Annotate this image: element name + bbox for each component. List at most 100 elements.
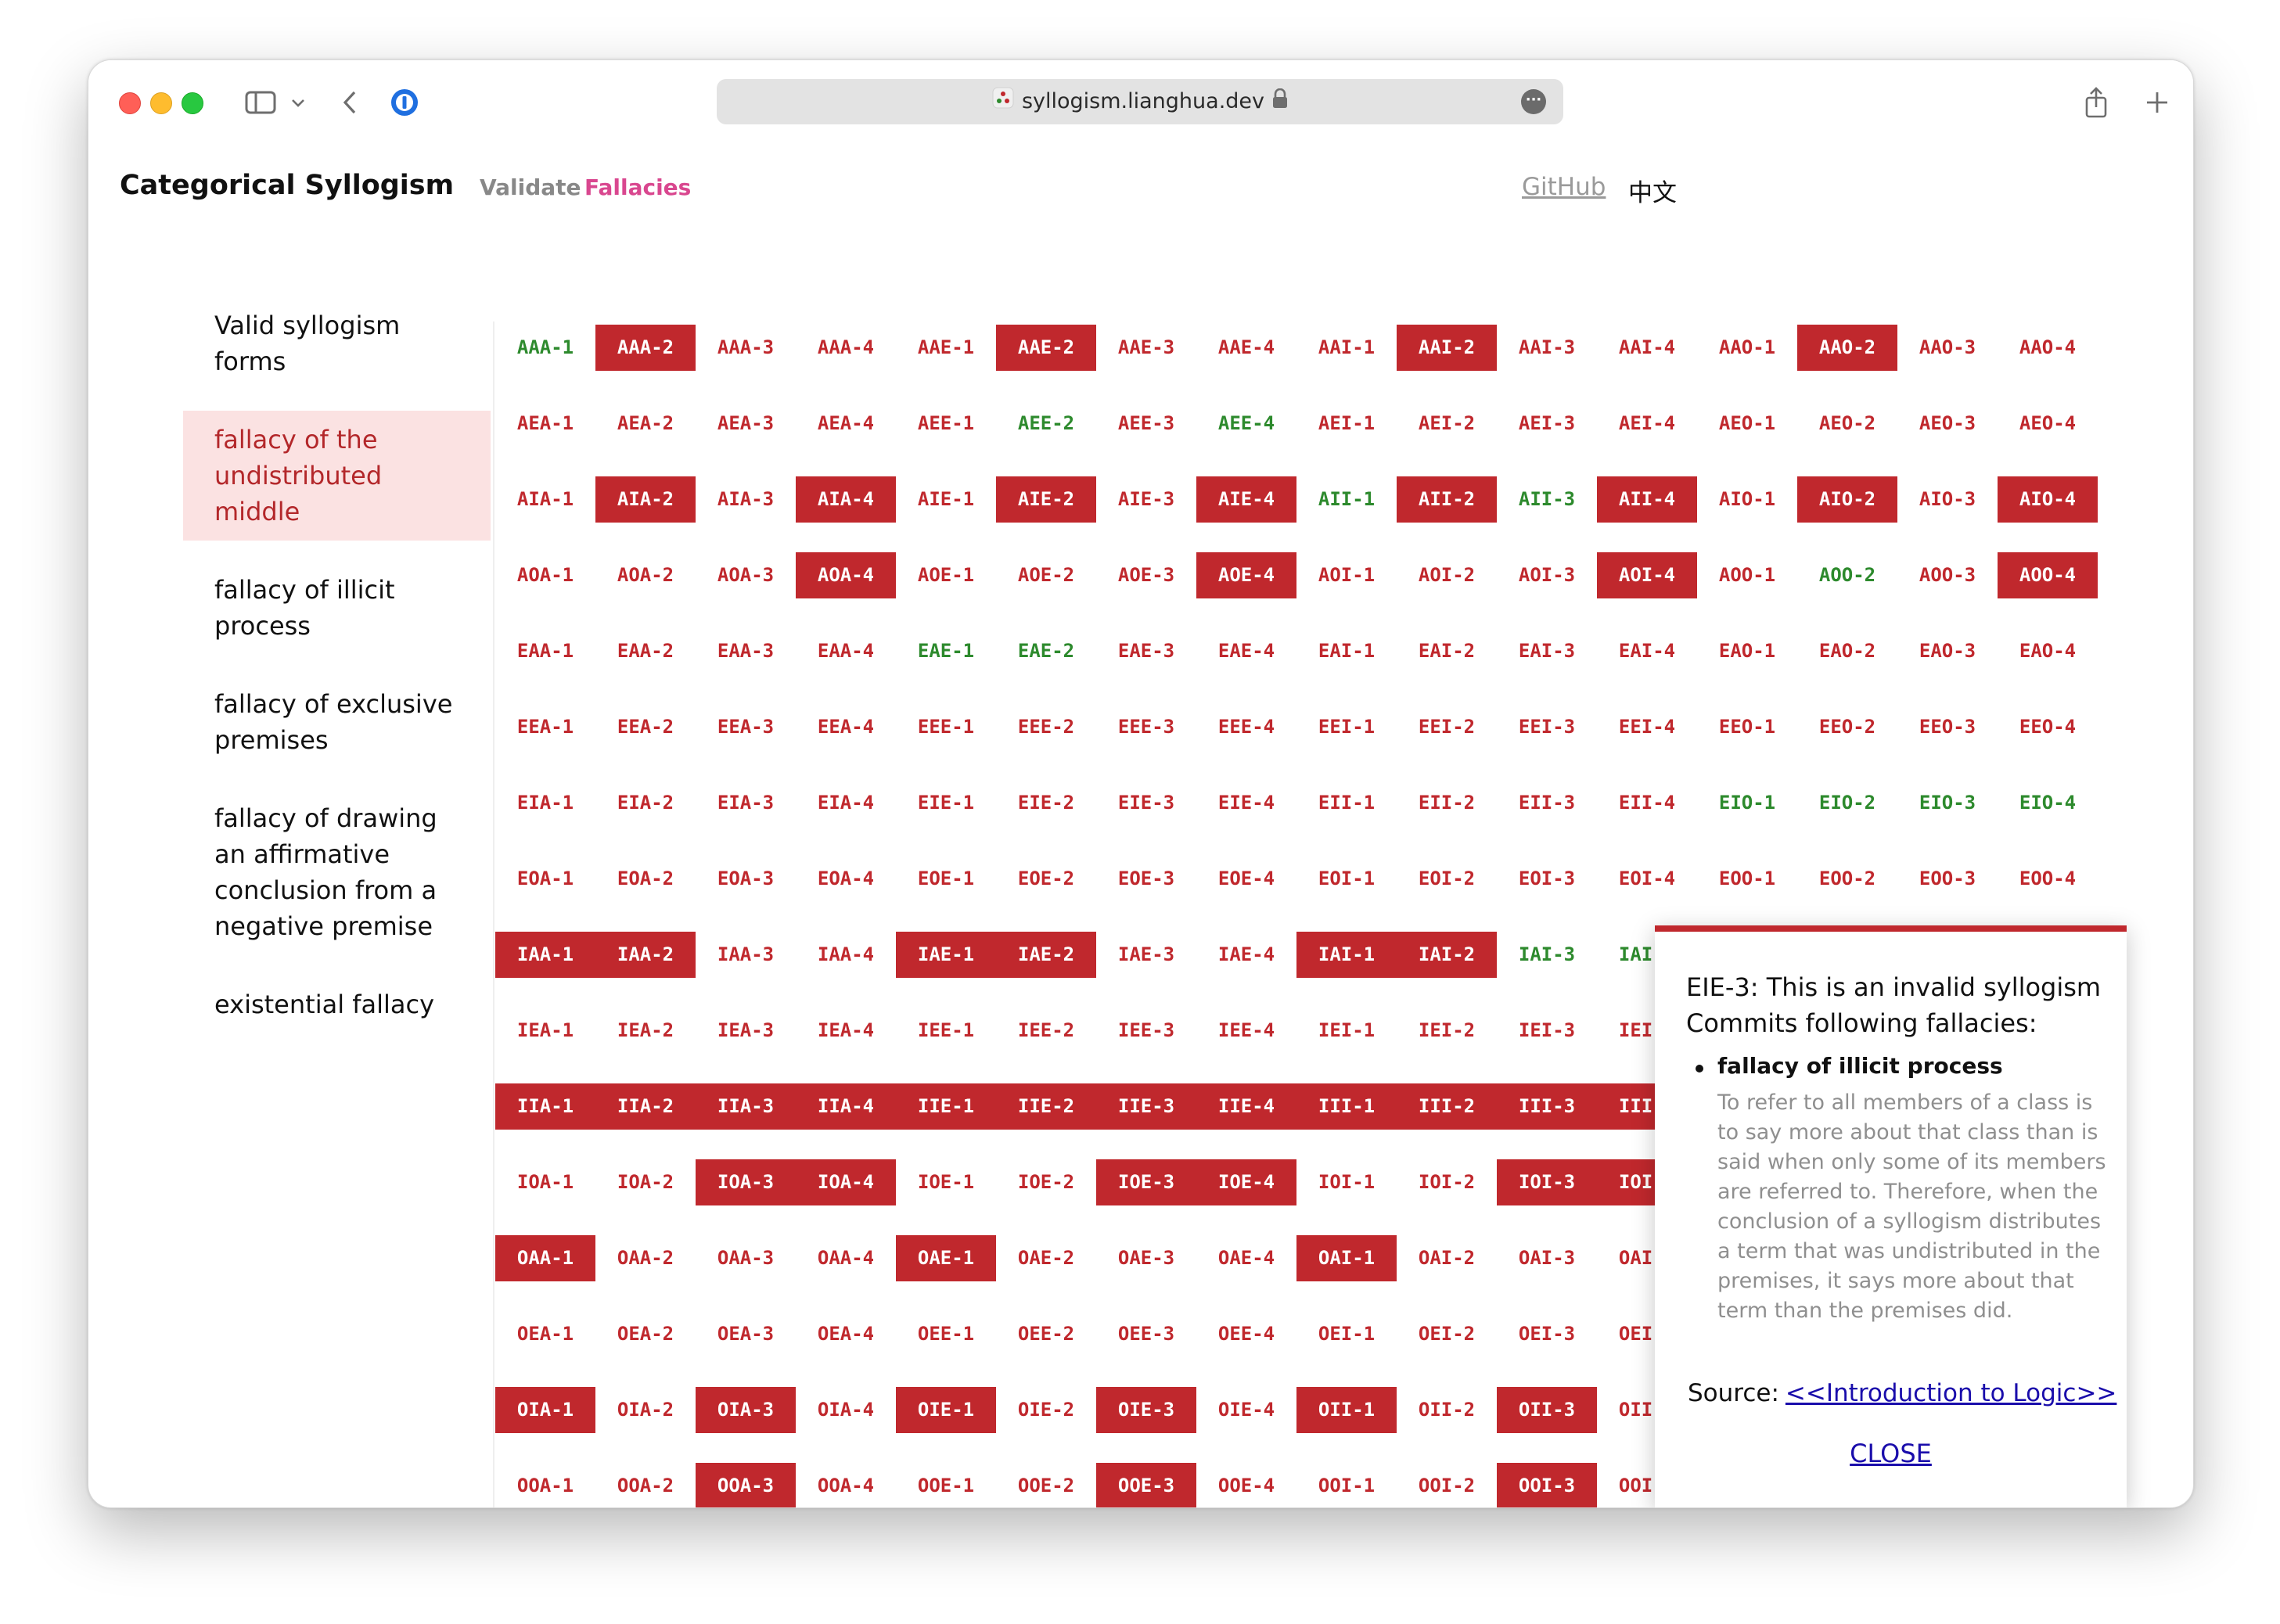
syllogism-form-cell[interactable]: AEA-2 [595, 401, 696, 476]
sidebar-item-valid-forms[interactable]: Valid syllogism forms [183, 296, 491, 390]
syllogism-form-cell[interactable]: EAE-2 [996, 628, 1096, 704]
syllogism-form-cell[interactable]: IOI-1 [1296, 1159, 1397, 1235]
syllogism-form-cell[interactable]: IEI-2 [1397, 1008, 1497, 1083]
syllogism-form-cell[interactable]: AOA-3 [696, 552, 796, 628]
syllogism-form-cell[interactable]: EIO-4 [1998, 780, 2098, 856]
syllogism-form-cell[interactable]: EIA-1 [495, 780, 595, 856]
syllogism-form-cell[interactable]: OEE-1 [896, 1311, 996, 1387]
syllogism-form-cell[interactable]: AAE-1 [896, 325, 996, 401]
syllogism-form-cell[interactable]: OEA-2 [595, 1311, 696, 1387]
close-window-button[interactable] [119, 92, 141, 114]
syllogism-form-cell[interactable]: IOI-3 [1497, 1159, 1597, 1235]
syllogism-form-cell[interactable]: AII-1 [1296, 476, 1397, 552]
sidebar-item-exclusive-premises[interactable]: fallacy of exclusive premises [183, 675, 491, 769]
syllogism-form-cell[interactable]: AEO-3 [1897, 401, 1998, 476]
syllogism-form-cell[interactable]: OIE-4 [1196, 1387, 1296, 1463]
syllogism-form-cell[interactable]: EOO-4 [1998, 856, 2098, 932]
syllogism-form-cell[interactable]: AAE-3 [1096, 325, 1196, 401]
syllogism-form-cell[interactable]: OAI-1 [1296, 1235, 1397, 1311]
language-switch[interactable]: 中文 [1628, 173, 1677, 208]
syllogism-form-cell[interactable]: OIE-2 [996, 1387, 1096, 1463]
syllogism-form-cell[interactable]: OEA-1 [495, 1311, 595, 1387]
sidebar-item-illicit-process[interactable]: fallacy of illicit process [183, 561, 491, 655]
syllogism-form-cell[interactable]: EAI-3 [1497, 628, 1597, 704]
password-manager-icon[interactable] [386, 84, 423, 121]
syllogism-form-cell[interactable]: OAA-2 [595, 1235, 696, 1311]
syllogism-form-cell[interactable]: AIA-3 [696, 476, 796, 552]
syllogism-form-cell[interactable]: EIO-1 [1697, 780, 1797, 856]
syllogism-form-cell[interactable]: EOE-4 [1196, 856, 1296, 932]
syllogism-form-cell[interactable]: IAE-3 [1096, 932, 1196, 1008]
syllogism-form-cell[interactable]: IEE-4 [1196, 1008, 1296, 1083]
syllogism-form-cell[interactable]: IAA-3 [696, 932, 796, 1008]
syllogism-form-cell[interactable]: AEE-4 [1196, 401, 1296, 476]
syllogism-form-cell[interactable]: OEI-3 [1497, 1311, 1597, 1387]
syllogism-form-cell[interactable]: IEA-1 [495, 1008, 595, 1083]
syllogism-form-cell[interactable]: AOI-1 [1296, 552, 1397, 628]
syllogism-form-cell[interactable]: AEI-4 [1597, 401, 1697, 476]
syllogism-form-cell[interactable]: IOA-3 [696, 1159, 796, 1235]
syllogism-form-cell[interactable]: IOE-4 [1196, 1159, 1296, 1235]
syllogism-form-cell[interactable]: EEI-4 [1597, 704, 1697, 780]
syllogism-form-cell[interactable]: OAE-1 [896, 1235, 996, 1311]
syllogism-form-cell[interactable]: OEE-3 [1096, 1311, 1196, 1387]
syllogism-form-cell[interactable]: AOE-2 [996, 552, 1096, 628]
syllogism-form-cell[interactable]: OIA-4 [796, 1387, 896, 1463]
syllogism-form-cell[interactable]: EOA-4 [796, 856, 896, 932]
syllogism-form-cell[interactable]: IAE-4 [1196, 932, 1296, 1008]
github-link[interactable]: GitHub [1522, 173, 1606, 201]
syllogism-form-cell[interactable]: IEE-1 [896, 1008, 996, 1083]
syllogism-form-cell[interactable]: EAA-2 [595, 628, 696, 704]
sidebar-item-affirmative-from-negative[interactable]: fallacy of drawing an affirmative conclu… [183, 789, 491, 955]
syllogism-form-cell[interactable]: EII-4 [1597, 780, 1697, 856]
syllogism-form-cell[interactable]: IEA-3 [696, 1008, 796, 1083]
syllogism-form-cell[interactable]: AIO-3 [1897, 476, 1998, 552]
syllogism-form-cell[interactable]: IEI-1 [1296, 1008, 1397, 1083]
syllogism-form-cell[interactable]: IOA-2 [595, 1159, 696, 1235]
syllogism-form-cell[interactable]: III-1 [1296, 1083, 1397, 1159]
syllogism-form-cell[interactable]: EAO-2 [1797, 628, 1897, 704]
minimize-window-button[interactable] [150, 92, 172, 114]
nav-fallacies[interactable]: Fallacies [584, 174, 691, 200]
syllogism-form-cell[interactable]: IAI-2 [1397, 932, 1497, 1008]
syllogism-form-cell[interactable]: EEE-4 [1196, 704, 1296, 780]
zoom-window-button[interactable] [182, 92, 203, 114]
syllogism-form-cell[interactable]: EEA-2 [595, 704, 696, 780]
syllogism-form-cell[interactable]: AEE-1 [896, 401, 996, 476]
sidebar-item-undistributed-middle[interactable]: fallacy of the undistributed middle [183, 411, 491, 541]
syllogism-form-cell[interactable]: EAE-1 [896, 628, 996, 704]
syllogism-form-cell[interactable]: EAI-2 [1397, 628, 1497, 704]
syllogism-form-cell[interactable]: OOA-2 [595, 1463, 696, 1507]
syllogism-form-cell[interactable]: OIA-1 [495, 1387, 595, 1463]
syllogism-form-cell[interactable]: EEA-4 [796, 704, 896, 780]
sidebar-item-existential-fallacy[interactable]: existential fallacy [183, 975, 491, 1033]
syllogism-form-cell[interactable]: AOO-2 [1797, 552, 1897, 628]
syllogism-form-cell[interactable]: IOA-4 [796, 1159, 896, 1235]
syllogism-form-cell[interactable]: EIA-3 [696, 780, 796, 856]
syllogism-form-cell[interactable]: OEA-4 [796, 1311, 896, 1387]
syllogism-form-cell[interactable]: AIO-2 [1797, 476, 1897, 552]
syllogism-form-cell[interactable]: EOO-1 [1697, 856, 1797, 932]
syllogism-form-cell[interactable]: OOE-2 [996, 1463, 1096, 1507]
syllogism-form-cell[interactable]: AAO-4 [1998, 325, 2098, 401]
syllogism-form-cell[interactable]: IIE-4 [1196, 1083, 1296, 1159]
nav-validate[interactable]: Validate [480, 174, 581, 200]
syllogism-form-cell[interactable]: IIE-3 [1096, 1083, 1196, 1159]
syllogism-form-cell[interactable]: EEE-1 [896, 704, 996, 780]
syllogism-form-cell[interactable]: AEE-2 [996, 401, 1096, 476]
syllogism-form-cell[interactable]: AAI-2 [1397, 325, 1497, 401]
syllogism-form-cell[interactable]: EAO-1 [1697, 628, 1797, 704]
syllogism-form-cell[interactable]: AOO-1 [1697, 552, 1797, 628]
syllogism-form-cell[interactable]: EEI-1 [1296, 704, 1397, 780]
syllogism-form-cell[interactable]: AAA-3 [696, 325, 796, 401]
syllogism-form-cell[interactable]: IIA-1 [495, 1083, 595, 1159]
syllogism-form-cell[interactable]: EEO-2 [1797, 704, 1897, 780]
syllogism-form-cell[interactable]: EAO-3 [1897, 628, 1998, 704]
syllogism-form-cell[interactable]: EEI-2 [1397, 704, 1497, 780]
new-tab-icon[interactable] [2142, 84, 2173, 121]
syllogism-form-cell[interactable]: EAE-4 [1196, 628, 1296, 704]
syllogism-form-cell[interactable]: EAI-4 [1597, 628, 1697, 704]
syllogism-form-cell[interactable]: IOI-2 [1397, 1159, 1497, 1235]
syllogism-form-cell[interactable]: OEE-4 [1196, 1311, 1296, 1387]
syllogism-form-cell[interactable]: AIE-4 [1196, 476, 1296, 552]
